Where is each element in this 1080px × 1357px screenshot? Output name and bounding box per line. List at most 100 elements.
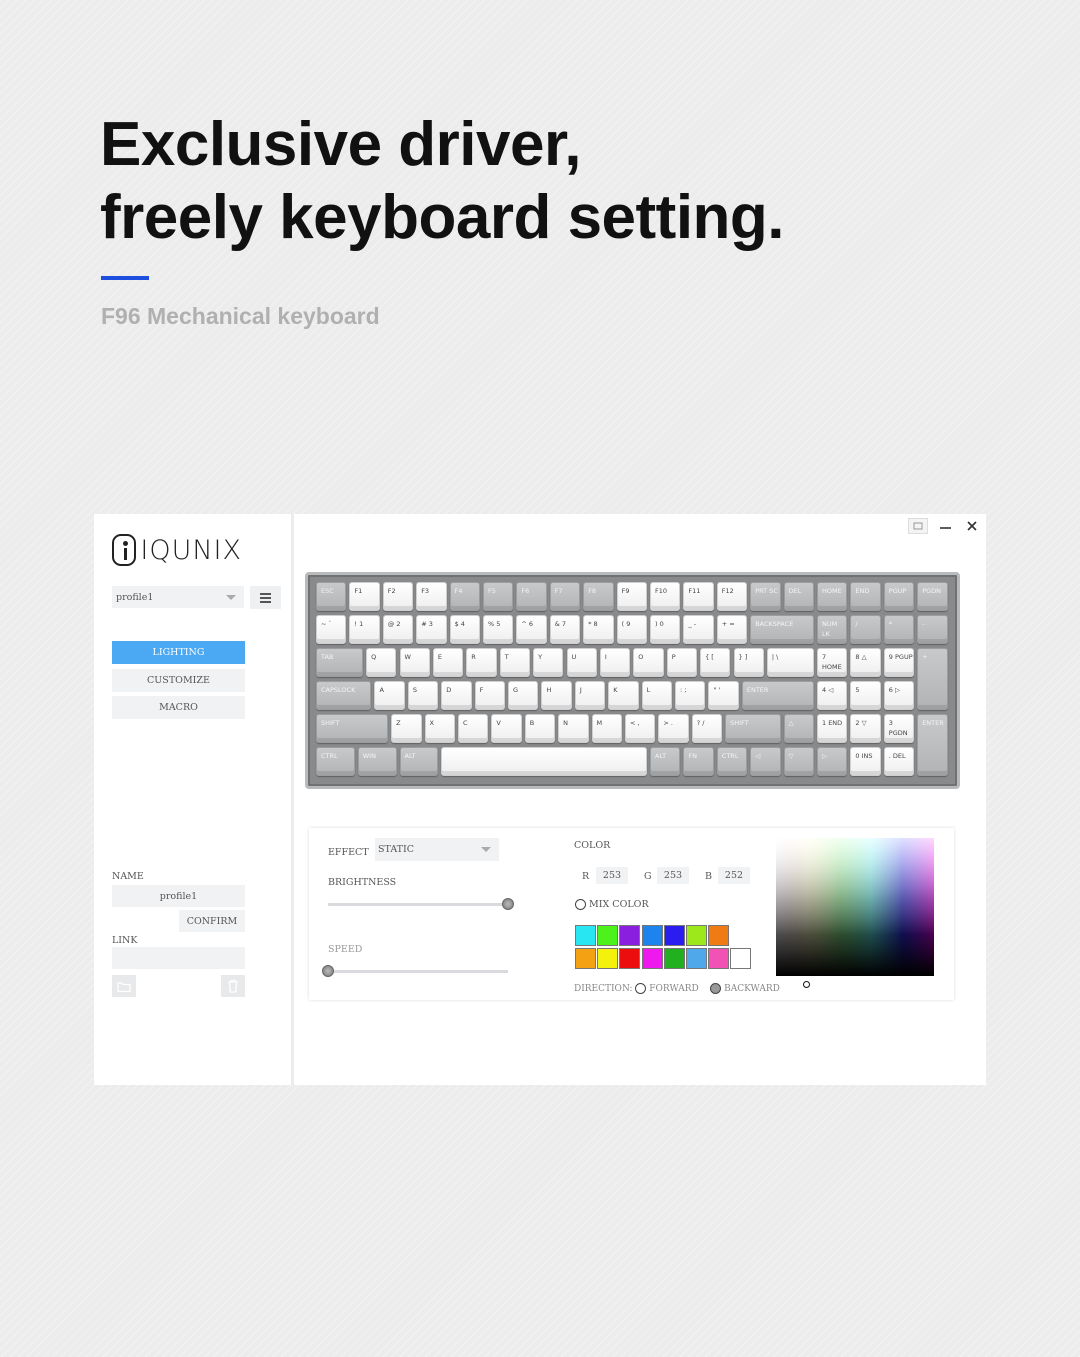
keycap[interactable]: PRT SC: [750, 582, 781, 611]
keycap[interactable]: + =: [716, 615, 748, 644]
keycap[interactable]: E: [432, 648, 464, 677]
nav-customize[interactable]: CUSTOMIZE: [112, 669, 245, 692]
color-swatch[interactable]: [663, 925, 685, 946]
keycap[interactable]: { [: [700, 648, 731, 677]
keycap[interactable]: -: [917, 615, 948, 644]
keycap[interactable]: ^ 6: [516, 615, 547, 644]
keycap[interactable]: H: [541, 681, 572, 710]
keycap[interactable]: D: [441, 681, 472, 710]
minimize-button[interactable]: [935, 518, 955, 534]
keycap[interactable]: 8 △: [850, 648, 881, 677]
keycap[interactable]: @ 2: [382, 615, 414, 644]
keycap[interactable]: X: [424, 714, 455, 743]
close-button[interactable]: [962, 518, 982, 534]
keycap[interactable]: L: [641, 681, 673, 710]
color-swatch[interactable]: [686, 948, 707, 969]
keycap[interactable]: *: [883, 615, 915, 644]
keycap[interactable]: F4: [449, 582, 480, 611]
keycap[interactable]: DEL: [783, 582, 814, 611]
keycap[interactable]: +: [917, 648, 948, 710]
color-swatch[interactable]: [575, 925, 596, 946]
keycap[interactable]: Y: [533, 648, 564, 677]
keycap[interactable]: O: [633, 648, 664, 677]
keycap[interactable]: 9 PGUP: [883, 648, 915, 677]
keycap[interactable]: CAPSLOCK: [316, 681, 372, 710]
keycap[interactable]: > .: [658, 714, 689, 743]
keycap[interactable]: SHIFT: [316, 714, 389, 743]
color-picker-cursor[interactable]: [803, 981, 810, 988]
keycap[interactable]: 6 ▷: [883, 681, 915, 710]
keycap[interactable]: 3 PGDN: [883, 714, 915, 743]
color-swatch[interactable]: [663, 948, 685, 969]
confirm-button[interactable]: CONFIRM: [179, 910, 245, 932]
color-swatch[interactable]: [708, 925, 730, 946]
keycap[interactable]: U: [566, 648, 597, 677]
keycap[interactable]: PGDN: [917, 582, 948, 611]
keycap[interactable]: BACKSPACE: [750, 615, 814, 644]
keycap[interactable]: N: [558, 714, 589, 743]
name-input[interactable]: profile1: [112, 885, 245, 907]
keycap[interactable]: V: [491, 714, 522, 743]
keycap[interactable]: % 5: [483, 615, 514, 644]
color-swatch[interactable]: [641, 925, 663, 946]
keycap[interactable]: WIN: [357, 747, 397, 776]
brightness-slider-handle[interactable]: [502, 898, 514, 910]
effect-select[interactable]: STATIC: [375, 838, 499, 861]
keycap[interactable]: TAB: [316, 648, 364, 677]
keycap[interactable]: ESC: [316, 582, 347, 611]
color-swatch[interactable]: [575, 948, 596, 969]
keycap[interactable]: ▽: [783, 747, 814, 776]
keycap[interactable]: ◁: [750, 747, 781, 776]
delete-button[interactable]: [221, 975, 245, 997]
color-swatch[interactable]: [597, 948, 619, 969]
keycap[interactable]: SHIFT: [725, 714, 781, 743]
r-input[interactable]: 253: [596, 867, 628, 884]
mix-color-option[interactable]: MIX COLOR: [575, 899, 649, 910]
keycap[interactable]: F10: [650, 582, 681, 611]
keycap[interactable]: . DEL: [883, 747, 915, 776]
folder-button[interactable]: [112, 975, 136, 997]
keycap[interactable]: 7 HOME: [817, 648, 848, 677]
keycap[interactable]: T: [499, 648, 531, 677]
color-swatch[interactable]: [619, 925, 641, 946]
keycap[interactable]: $ 4: [449, 615, 480, 644]
keycap[interactable]: ~ `: [316, 615, 347, 644]
keycap[interactable]: & 7: [549, 615, 581, 644]
keycap[interactable]: } ]: [733, 648, 764, 677]
brightness-slider[interactable]: [328, 903, 508, 906]
keycap[interactable]: 0 INS: [850, 747, 881, 776]
link-input[interactable]: [112, 947, 245, 969]
keycap[interactable]: | \: [766, 648, 814, 677]
keycap[interactable]: CTRL: [716, 747, 748, 776]
keycap[interactable]: END: [850, 582, 881, 611]
keycap[interactable]: " ': [708, 681, 739, 710]
keycap[interactable]: Z: [391, 714, 422, 743]
keycap[interactable]: R: [466, 648, 497, 677]
keycap[interactable]: ALT: [650, 747, 681, 776]
keycap[interactable]: CTRL: [316, 747, 355, 776]
keycap[interactable]: F7: [549, 582, 581, 611]
profile-select[interactable]: profile1: [112, 586, 244, 608]
keycap[interactable]: [441, 747, 647, 776]
keycap[interactable]: ENTER: [917, 714, 948, 776]
keycap[interactable]: F5: [483, 582, 514, 611]
forward-radio[interactable]: [635, 983, 647, 994]
keycap[interactable]: ? /: [691, 714, 723, 743]
keycap[interactable]: F11: [683, 582, 714, 611]
g-input[interactable]: 253: [657, 867, 689, 884]
color-swatch[interactable]: [686, 925, 707, 946]
keycap[interactable]: Q: [366, 648, 397, 677]
keycap[interactable]: A: [374, 681, 405, 710]
nav-macro[interactable]: MACRO: [112, 696, 245, 719]
keycap[interactable]: F9: [616, 582, 647, 611]
color-swatch[interactable]: [708, 948, 730, 969]
speed-slider-handle[interactable]: [322, 965, 334, 977]
mix-color-radio[interactable]: [575, 899, 586, 910]
keycap[interactable]: * 8: [583, 615, 614, 644]
keycap[interactable]: F6: [516, 582, 547, 611]
keycap[interactable]: G: [508, 681, 539, 710]
keycap[interactable]: ) 0: [650, 615, 681, 644]
color-swatch[interactable]: [597, 925, 619, 946]
keycap[interactable]: M: [591, 714, 622, 743]
keycap[interactable]: 1 END: [817, 714, 848, 743]
